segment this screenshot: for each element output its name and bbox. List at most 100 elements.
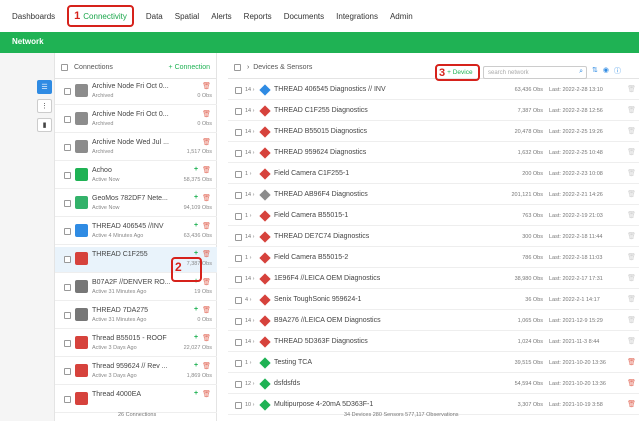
device-checkbox[interactable] bbox=[235, 213, 242, 220]
delete-device-icon[interactable]: 🗑 bbox=[627, 232, 636, 240]
device-checkbox[interactable] bbox=[235, 360, 242, 367]
delete-device-icon[interactable]: 🗑 bbox=[627, 274, 636, 282]
tab-network[interactable]: Network bbox=[12, 37, 44, 46]
sensor-count[interactable]: 14 › bbox=[245, 234, 255, 240]
sensor-count[interactable]: 10 › bbox=[245, 402, 255, 408]
delete-device-icon[interactable]: 🗑 bbox=[627, 148, 636, 156]
delete-device-icon[interactable]: 🗑 bbox=[627, 169, 636, 177]
device-row[interactable]: 14 › THREAD B55015 Diagnostics 20,478 Obs L… bbox=[228, 123, 639, 142]
delete-icon[interactable]: 🗑 bbox=[202, 138, 211, 146]
nav-dashboards[interactable]: Dashboards bbox=[12, 12, 55, 21]
add-device-to-connection-icon[interactable]: + bbox=[194, 166, 198, 174]
connection-checkbox[interactable] bbox=[64, 396, 71, 403]
connection-row[interactable]: Archive Node Fri Oct 0... Archived 0 Obs 🗑 bbox=[55, 107, 217, 133]
device-checkbox[interactable] bbox=[235, 381, 242, 388]
delete-device-icon[interactable]: 🗑 bbox=[627, 190, 636, 198]
select-all-connections-checkbox[interactable] bbox=[61, 64, 68, 71]
connection-checkbox[interactable] bbox=[64, 340, 71, 347]
sensor-count[interactable]: 1 › bbox=[245, 255, 251, 261]
add-device-to-connection-icon[interactable]: + bbox=[194, 222, 198, 230]
delete-device-icon[interactable]: 🗑 bbox=[627, 379, 636, 387]
add-device-to-connection-icon[interactable]: + bbox=[194, 194, 198, 202]
connection-row[interactable]: Thread 959624 // Rev ... Active 3 Days Ag… bbox=[55, 359, 217, 385]
delete-icon[interactable]: 🗑 bbox=[202, 194, 211, 202]
visibility-icon[interactable]: ◉ bbox=[603, 66, 609, 76]
delete-icon[interactable]: 🗑 bbox=[202, 390, 211, 398]
device-row[interactable]: 14 › THREAD 959624 Diagnostics 1,632 Obs La… bbox=[228, 144, 639, 163]
sort-icon[interactable]: ⇅ bbox=[592, 66, 598, 76]
connection-checkbox[interactable] bbox=[64, 172, 71, 179]
sensor-count[interactable]: 14 › bbox=[245, 129, 255, 135]
connection-checkbox[interactable] bbox=[64, 88, 71, 95]
device-row[interactable]: 14 › B9A276 //LEICA OEM Diagnostics 1,065 … bbox=[228, 312, 639, 331]
connection-checkbox[interactable] bbox=[64, 256, 71, 263]
device-row[interactable]: 1 › Testing TCA 39,515 Obs Last: 2021-10-20… bbox=[228, 354, 639, 373]
sensor-count[interactable]: 1 › bbox=[245, 213, 251, 219]
device-row[interactable]: 14 › THREAD AB96F4 Diagnostics 201,121 Obs… bbox=[228, 186, 639, 205]
device-checkbox[interactable] bbox=[235, 297, 242, 304]
add-device-to-connection-icon[interactable]: + bbox=[194, 362, 198, 370]
device-row[interactable]: 1 › Field Camera C1F255-1 200 Obs Last: 202… bbox=[228, 165, 639, 184]
add-connection-button[interactable]: + Connection bbox=[169, 64, 210, 71]
sensor-count[interactable]: 12 › bbox=[245, 381, 255, 387]
delete-icon[interactable]: 🗑 bbox=[202, 166, 211, 174]
connection-row[interactable]: Archive Node Wed Jul ... Archived 1,517 Ob… bbox=[55, 135, 217, 161]
sensor-count[interactable]: 14 › bbox=[245, 339, 255, 345]
delete-device-icon[interactable]: 🗑 bbox=[627, 337, 636, 345]
delete-icon[interactable]: 🗑 bbox=[202, 334, 211, 342]
sensor-count[interactable]: 14 › bbox=[245, 318, 255, 324]
device-checkbox[interactable] bbox=[235, 255, 242, 262]
device-checkbox[interactable] bbox=[235, 129, 242, 136]
add-device-button[interactable]: + Device bbox=[447, 69, 472, 76]
device-row[interactable]: 14 › THREAD 5D363F Diagnostics 1,024 Obs La… bbox=[228, 333, 639, 352]
connection-row[interactable]: GeoMos 782DF7 Nete... Active Now 94,109 Ob… bbox=[55, 191, 217, 217]
device-row[interactable]: 1 › Field Camera B55015-1 763 Obs Last: 202… bbox=[228, 207, 639, 226]
delete-device-icon[interactable]: 🗑 bbox=[627, 358, 636, 366]
device-checkbox[interactable] bbox=[235, 192, 242, 199]
nav-admin[interactable]: Admin bbox=[390, 12, 413, 21]
sensor-count[interactable]: 4 › bbox=[245, 297, 251, 303]
delete-device-icon[interactable]: 🗑 bbox=[627, 127, 636, 135]
connection-row[interactable]: Thread 4000EA + 🗑 bbox=[55, 387, 217, 413]
connection-row[interactable]: THREAD 406545 //INV Active 4 Minutes Ago 6… bbox=[55, 219, 217, 245]
device-checkbox[interactable] bbox=[235, 234, 242, 241]
signal-view-icon[interactable]: ▮ bbox=[37, 118, 52, 132]
device-checkbox[interactable] bbox=[235, 318, 242, 325]
delete-device-icon[interactable]: 🗑 bbox=[627, 211, 636, 219]
device-checkbox[interactable] bbox=[235, 87, 242, 94]
connection-checkbox[interactable] bbox=[64, 200, 71, 207]
delete-icon[interactable]: 🗑 bbox=[202, 278, 211, 286]
delete-device-icon[interactable]: 🗑 bbox=[627, 106, 636, 114]
connection-checkbox[interactable] bbox=[64, 144, 71, 151]
device-checkbox[interactable] bbox=[235, 402, 242, 409]
sensor-count[interactable]: 1 › bbox=[245, 360, 251, 366]
nav-data[interactable]: Data bbox=[146, 12, 163, 21]
device-row[interactable]: 14 › THREAD DE7C74 Diagnostics 300 Obs Last… bbox=[228, 228, 639, 247]
delete-icon[interactable]: 🗑 bbox=[202, 362, 211, 370]
device-row[interactable]: 12 › dsfdsfds 54,594 Obs Last: 2021-10-20 1… bbox=[228, 375, 639, 394]
delete-icon[interactable]: 🗑 bbox=[202, 82, 211, 90]
connection-row[interactable]: Archive Node Fri Oct 0... Archived 0 Obs 🗑 bbox=[55, 79, 217, 105]
device-row[interactable]: 4 › Senix ToughSonic 959624-1 36 Obs Last: … bbox=[228, 291, 639, 310]
device-row[interactable]: 14 › THREAD 406545 Diagnostics // INV 63,4… bbox=[228, 81, 639, 100]
connection-checkbox[interactable] bbox=[64, 228, 71, 235]
nav-reports[interactable]: Reports bbox=[244, 12, 272, 21]
connection-checkbox[interactable] bbox=[64, 284, 71, 291]
sensor-count[interactable]: 14 › bbox=[245, 276, 255, 282]
connection-checkbox[interactable] bbox=[64, 312, 71, 319]
connection-row[interactable]: THREAD 7DA275 Active 31 Minutes Ago 0 Obs +… bbox=[55, 303, 217, 329]
nav-connectivity[interactable]: Connectivity bbox=[83, 12, 127, 21]
nav-documents[interactable]: Documents bbox=[284, 12, 324, 21]
delete-icon[interactable]: 🗑 bbox=[202, 306, 211, 314]
device-checkbox[interactable] bbox=[235, 171, 242, 178]
delete-icon[interactable]: 🗑 bbox=[202, 250, 211, 258]
device-row[interactable]: 14 › 1E96F4 //LEICA OEM Diagnostics 38,980… bbox=[228, 270, 639, 289]
delete-icon[interactable]: 🗑 bbox=[202, 110, 211, 118]
select-all-devices-checkbox[interactable] bbox=[234, 64, 241, 71]
search-icon[interactable]: ⌕ bbox=[579, 68, 583, 76]
device-checkbox[interactable] bbox=[235, 276, 242, 283]
help-icon[interactable]: ⓘ bbox=[614, 66, 621, 76]
list-view-icon[interactable]: ☰ bbox=[37, 80, 52, 94]
add-device-to-connection-icon[interactable]: + bbox=[194, 334, 198, 342]
delete-device-icon[interactable]: 🗑 bbox=[627, 316, 636, 324]
